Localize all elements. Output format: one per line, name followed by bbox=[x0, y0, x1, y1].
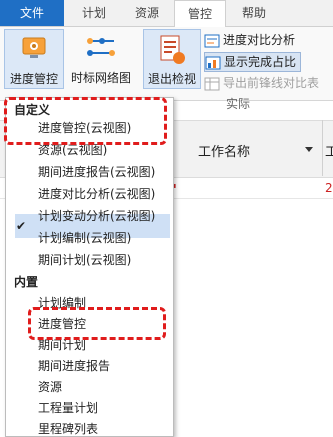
column-filter-arrow-icon[interactable] bbox=[305, 147, 313, 152]
exit-review-button[interactable]: 退出检视 bbox=[143, 29, 201, 89]
exit-review-label: 退出检视 bbox=[147, 72, 196, 86]
tab-resource[interactable]: 资源 bbox=[124, 0, 170, 26]
column-header-task-name[interactable]: 工作名称 bbox=[198, 141, 250, 160]
ribbon-group-label: 实际 bbox=[226, 97, 251, 111]
menu-item-custom[interactable]: 计划变动分析(云视图) bbox=[38, 207, 155, 224]
percent-chart-icon bbox=[205, 56, 221, 70]
tab-plan[interactable]: 计划 bbox=[72, 0, 116, 26]
progress-compare-button[interactable]: 进度对比分析 bbox=[204, 31, 295, 49]
menu-item-custom[interactable]: 计划编制(云视图) bbox=[38, 229, 131, 246]
column-header-partial[interactable]: 工 bbox=[325, 141, 333, 160]
menu-item-builtin[interactable]: 资源 bbox=[38, 378, 62, 395]
tab-control[interactable]: 管控 bbox=[174, 0, 226, 27]
menu-item-custom[interactable]: 期间进度报告(云视图) bbox=[38, 163, 155, 180]
menu-item-builtin[interactable]: 里程碑列表 bbox=[38, 420, 98, 437]
export-frontline-button[interactable]: 导出前锋线对比表 bbox=[204, 74, 319, 92]
export-table-icon bbox=[204, 77, 220, 91]
network-diagram-icon bbox=[84, 33, 118, 66]
show-complete-pct-label: 显示完成占比 bbox=[224, 55, 297, 69]
export-frontline-label: 导出前锋线对比表 bbox=[223, 76, 320, 90]
highlight-custom-item bbox=[4, 97, 167, 145]
timescale-network-label: 时标网络图 bbox=[70, 71, 131, 85]
progress-compare-label: 进度对比分析 bbox=[223, 33, 296, 47]
highlight-builtin-item bbox=[28, 307, 166, 340]
monitor-gear-icon bbox=[21, 34, 47, 67]
menu-item-custom[interactable]: 期间计划(云视图) bbox=[38, 251, 131, 268]
tab-help[interactable]: 帮助 bbox=[232, 0, 276, 26]
progress-control-label: 进度管控 bbox=[9, 72, 58, 86]
ribbon-tab-bar: 文件 计划 资源 管控 帮助 bbox=[0, 0, 333, 27]
menu-section-builtin: 内置 bbox=[14, 275, 39, 289]
compare-icon bbox=[204, 34, 220, 48]
menu-item-builtin[interactable]: 期间进度报告 bbox=[38, 357, 110, 374]
view-dropdown-menu: 自定义 ✔ 进度管控(云视图) 资源(云视图) 期间进度报告(云视图) 进度对比… bbox=[5, 97, 174, 437]
progress-control-button[interactable]: 进度管控 bbox=[4, 29, 64, 89]
timescale-network-button[interactable]: 时标网络图 bbox=[68, 29, 134, 89]
table-cell-value: 2 bbox=[325, 181, 333, 195]
grid-column-divider[interactable] bbox=[322, 120, 323, 176]
check-icon: ✔ bbox=[16, 219, 27, 233]
menu-item-builtin[interactable]: 工程量计划 bbox=[38, 399, 98, 416]
menu-item-custom[interactable]: 进度对比分析(云视图) bbox=[38, 185, 155, 202]
tab-file[interactable]: 文件 bbox=[0, 0, 64, 26]
show-complete-pct-toggle[interactable]: 显示完成占比 bbox=[204, 52, 302, 72]
ribbon-panel: 进度管控 时标网络图 退出检视 进度对比分析 显示完成占比 导出前锋线对比表 实… bbox=[0, 27, 333, 111]
exit-review-icon bbox=[157, 34, 187, 69]
